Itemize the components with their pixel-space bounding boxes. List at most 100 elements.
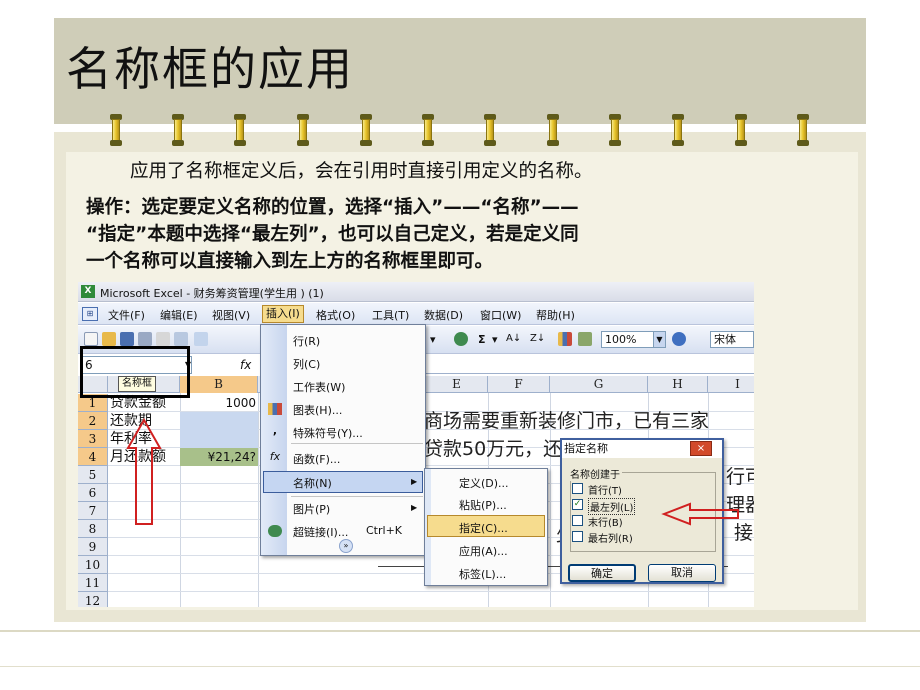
menu-item-function[interactable]: 函数(F)... [293, 451, 340, 467]
font-select[interactable]: 宋体 [710, 331, 754, 348]
row-header[interactable]: 3 [78, 430, 108, 448]
save-icon[interactable] [120, 332, 134, 346]
autosum-dropdown-icon[interactable]: ▾ [492, 333, 498, 346]
paragraph-intro: 应用了名称框定义后，会在引用时直接引用定义的名称。 [130, 161, 593, 182]
slide-title: 名称框的应用 [66, 42, 354, 96]
sort-descending-icon[interactable]: Z↓ [530, 333, 545, 344]
cell-b2[interactable] [180, 412, 258, 430]
row-header[interactable]: 7 [78, 502, 108, 520]
preview-icon[interactable] [174, 332, 188, 346]
insert-menu: 行(R) 列(C) 工作表(W) 图表(H)... , 特殊符号(Y)... f… [260, 324, 426, 556]
column-header-b[interactable]: B [180, 376, 258, 393]
column-header-h[interactable]: H [648, 376, 708, 393]
row-header[interactable]: 11 [78, 574, 108, 592]
menu-window[interactable]: 窗口(W) [480, 307, 521, 323]
menu-item-hyperlink[interactable]: 超链接(I)... [293, 524, 348, 540]
cell-a2[interactable]: 还款期 [110, 412, 152, 430]
open-icon[interactable] [102, 332, 116, 346]
column-header-f[interactable]: F [488, 376, 550, 393]
cancel-button[interactable]: 取消 [648, 564, 716, 582]
menu-view[interactable]: 视图(V) [212, 307, 250, 323]
sort-ascending-icon[interactable]: A↓ [506, 333, 521, 344]
hyperlink-icon[interactable] [454, 332, 468, 346]
sheet-textbox-line-5: 接 [734, 522, 754, 544]
ok-button[interactable]: 确定 [568, 564, 636, 582]
excel-logo-icon: X [81, 285, 95, 298]
menu-item-symbol[interactable]: 特殊符号(Y)... [293, 425, 363, 441]
column-header-e[interactable]: E [426, 376, 488, 393]
checkbox-top-row[interactable] [572, 483, 583, 494]
submenu-item-create[interactable]: 指定(C)... [459, 520, 508, 536]
hyperlink-shortcut: Ctrl+K [366, 524, 403, 537]
option-label: 首行(T) [588, 486, 622, 497]
menu-item-picture[interactable]: 图片(P) [293, 501, 330, 517]
drawing-icon[interactable] [578, 332, 592, 346]
column-header-g[interactable]: G [550, 376, 648, 393]
checkbox-bottom-row[interactable] [572, 515, 583, 526]
cell-b4[interactable]: ¥21,24? [180, 448, 258, 466]
binder-ring-icon [484, 114, 496, 146]
name-submenu: 定义(D)... 粘贴(P)... 指定(C)... 应用(A)... 标签(L… [424, 468, 548, 586]
checkbox-left-column[interactable]: ✓ [572, 499, 583, 510]
row-header[interactable]: 2 [78, 412, 108, 430]
binder-ring-icon [672, 114, 684, 146]
checkbox-right-column[interactable] [572, 531, 583, 542]
submenu-arrow-icon: ▶ [411, 503, 418, 512]
cell-b1[interactable]: 1000 [180, 394, 258, 412]
menu-item-row[interactable]: 行(R) [293, 333, 320, 349]
menu-format[interactable]: 格式(O) [316, 307, 355, 323]
sheet-textbox-line-4: 理器 [726, 494, 754, 516]
cell-a4[interactable]: 月还款额 [110, 448, 166, 466]
row-header[interactable]: 6 [78, 484, 108, 502]
binder-ring-icon [609, 114, 621, 146]
zoom-dropdown-icon[interactable]: ▼ [653, 331, 666, 348]
cell-b3[interactable] [180, 430, 258, 448]
permission-icon[interactable] [138, 332, 152, 346]
autosum-icon[interactable]: Σ [478, 333, 486, 346]
row-header[interactable]: 8 [78, 520, 108, 538]
menu-item-worksheet[interactable]: 工作表(W) [293, 379, 345, 395]
column-header-i[interactable]: I [708, 376, 754, 393]
row-header[interactable]: 10 [78, 556, 108, 574]
excel-title-bar: X Microsoft Excel - 财务筹资管理(学生用 ) (1) [78, 282, 754, 302]
row-header[interactable]: 4 [78, 448, 108, 466]
help-icon[interactable] [672, 332, 686, 346]
excel-window: X Microsoft Excel - 财务筹资管理(学生用 ) (1) ⊞ 文… [78, 282, 754, 607]
footer-line [0, 630, 920, 632]
new-icon[interactable] [84, 332, 98, 346]
submenu-item-apply[interactable]: 应用(A)... [459, 543, 508, 559]
option-label: 末行(B) [588, 518, 623, 529]
submenu-item-label[interactable]: 标签(L)... [459, 566, 506, 582]
menu-item-column[interactable]: 列(C) [293, 356, 320, 372]
chart-wizard-icon[interactable] [558, 332, 572, 346]
row-header[interactable]: 5 [78, 466, 108, 484]
menu-edit[interactable]: 编辑(E) [160, 307, 198, 323]
menu-insert[interactable]: 插入(I) [262, 305, 304, 323]
sheet-textbox-line-1: 商场需要重新装修门市，已有三家 [424, 410, 710, 432]
menu-item-name[interactable]: 名称(N) [293, 475, 332, 491]
undo-dropdown-icon[interactable]: ▾ [430, 333, 436, 346]
submenu-item-define[interactable]: 定义(D)... [459, 475, 509, 491]
binder-ring-icon [110, 114, 122, 146]
menu-help[interactable]: 帮助(H) [536, 307, 575, 323]
fx-icon[interactable]: fx [240, 358, 251, 372]
option-label: 最左列(L) [588, 498, 636, 515]
spelling-icon[interactable] [194, 332, 208, 346]
workbook-icon[interactable]: ⊞ [82, 307, 98, 321]
row-header[interactable]: 9 [78, 538, 108, 556]
row-header[interactable]: 12 [78, 592, 108, 607]
submenu-item-paste[interactable]: 粘贴(P)... [459, 497, 507, 513]
close-icon[interactable]: × [690, 441, 712, 456]
expand-menu-icon[interactable]: » [339, 539, 353, 553]
menu-item-chart[interactable]: 图表(H)... [293, 402, 342, 418]
menu-file[interactable]: 文件(F) [108, 307, 145, 323]
menu-tools[interactable]: 工具(T) [372, 307, 409, 323]
print-icon[interactable] [156, 332, 170, 346]
menu-data[interactable]: 数据(D) [424, 307, 463, 323]
binder-ring-icon [547, 114, 559, 146]
menu-bar: ⊞ 文件(F) 编辑(E) 视图(V) 插入(I) 格式(O) 工具(T) 数据… [78, 303, 754, 325]
zoom-select[interactable]: 100% [601, 331, 655, 348]
function-icon: fx [269, 450, 281, 463]
excel-window-title: Microsoft Excel - 财务筹资管理(学生用 ) (1) [100, 287, 324, 300]
cell-a3[interactable]: 年利率 [110, 430, 152, 448]
